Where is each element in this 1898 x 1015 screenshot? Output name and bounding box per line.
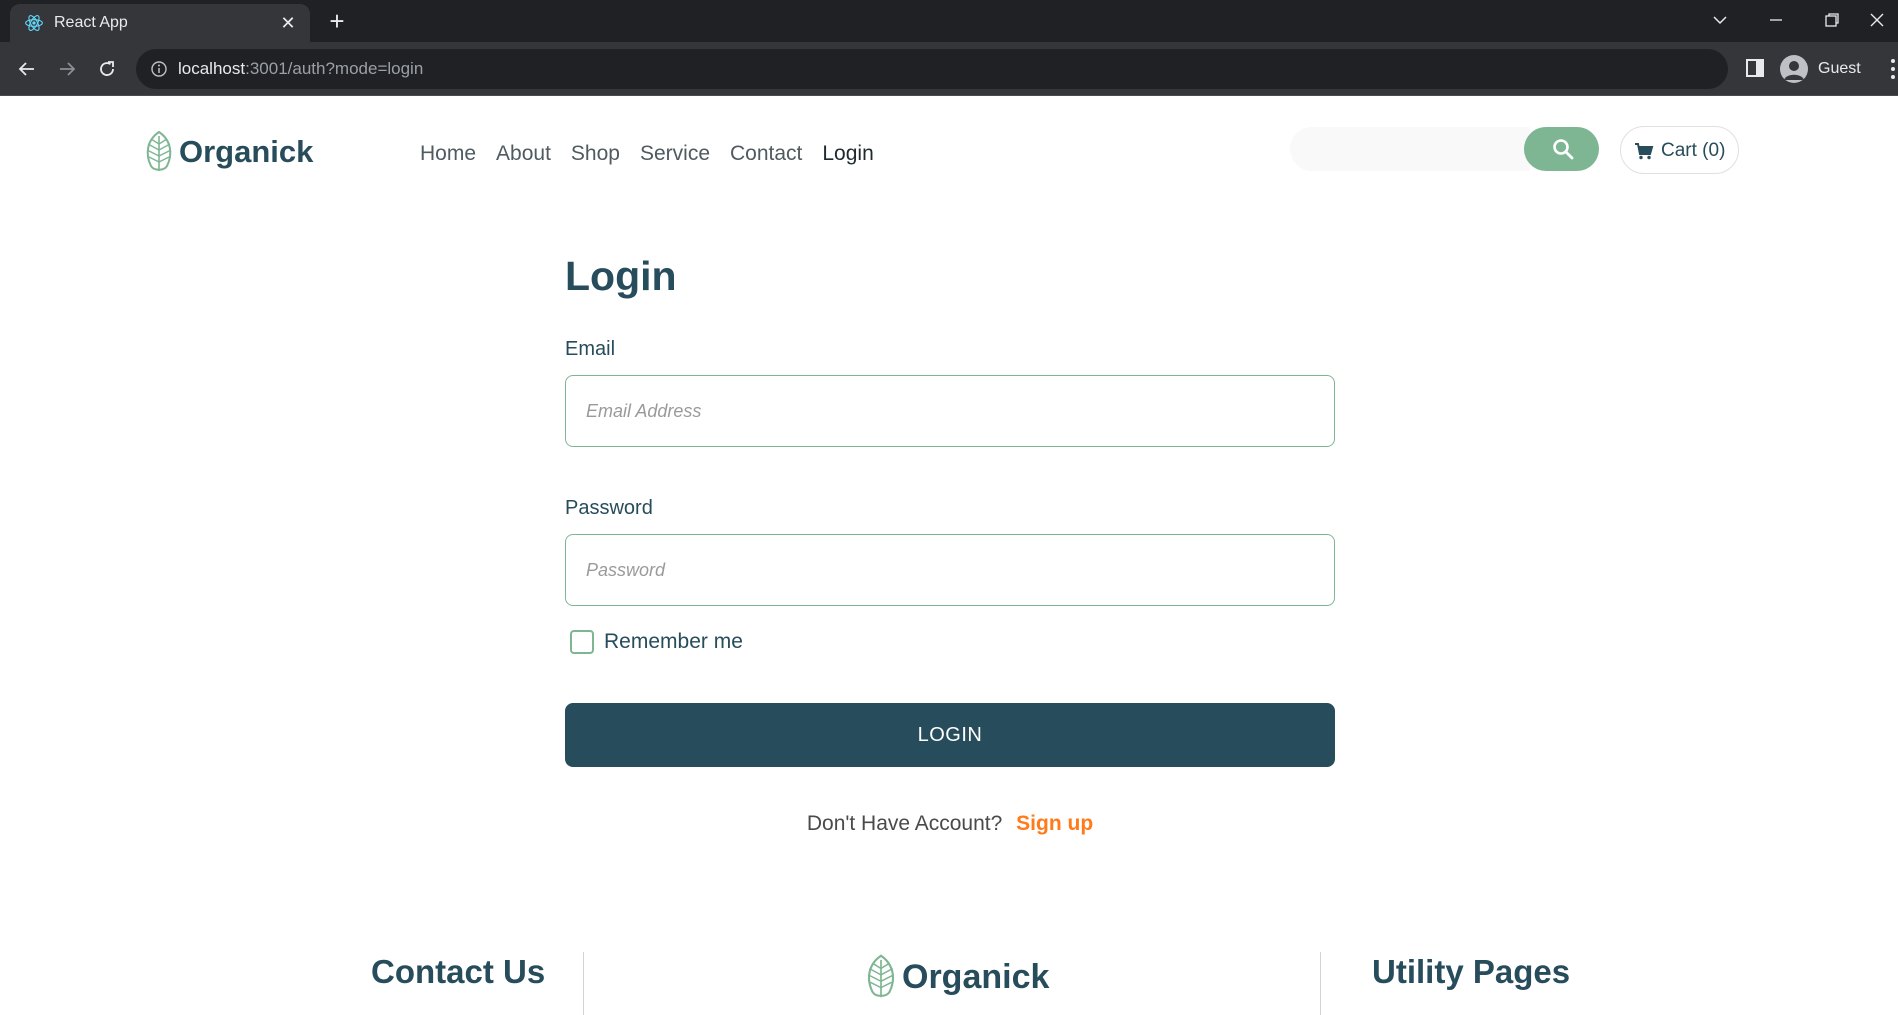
leaf-logo-icon	[146, 130, 172, 171]
email-label: Email	[565, 338, 616, 360]
browser-tabstrip: React App ✕ +	[0, 0, 1898, 42]
profile-button[interactable]: Guest	[1778, 51, 1884, 87]
react-logo-icon	[25, 15, 43, 31]
cart-label: Cart (0)	[1661, 140, 1726, 161]
login-button[interactable]: LOGIN	[565, 703, 1335, 767]
footer-divider-left	[583, 952, 584, 1015]
site-info-icon[interactable]	[150, 60, 168, 78]
restore-icon[interactable]	[1804, 4, 1860, 36]
cart-icon	[1635, 143, 1654, 160]
back-arrow-icon[interactable]	[11, 53, 43, 85]
page-content: Organick Home About Shop Service Contact…	[0, 96, 1898, 1015]
address-bar[interactable]: localhost:3001/auth?mode=login	[136, 49, 1728, 89]
header-logo[interactable]: Organick	[143, 130, 313, 174]
new-tab-plus-icon[interactable]: +	[323, 7, 351, 35]
footer-contact-heading: Contact Us	[371, 953, 546, 990]
footer-divider-right	[1320, 952, 1321, 1015]
close-window-icon[interactable]	[1860, 4, 1898, 36]
nav-home[interactable]: Home	[420, 142, 476, 166]
password-label: Password	[565, 497, 653, 519]
nav-contact[interactable]: Contact	[730, 142, 802, 166]
footer-logo[interactable]: Organick	[864, 952, 1049, 1002]
minimize-icon[interactable]	[1748, 4, 1804, 36]
search-bar	[1290, 127, 1599, 171]
page-title: Login	[565, 253, 677, 299]
nav-shop[interactable]: Shop	[571, 142, 620, 166]
reload-icon[interactable]	[91, 53, 123, 85]
tab-search-chevron-icon[interactable]	[1692, 4, 1748, 36]
remember-checkbox[interactable]	[570, 630, 594, 654]
browser-tab[interactable]: React App ✕	[10, 4, 310, 42]
guest-avatar-icon	[1780, 55, 1808, 83]
nav-about[interactable]: About	[496, 142, 551, 166]
nav-login[interactable]: Login	[822, 142, 873, 166]
search-icon	[1553, 139, 1574, 160]
tab-close-icon[interactable]: ✕	[276, 11, 300, 35]
profile-label: Guest	[1818, 60, 1861, 77]
tab-title: React App	[54, 14, 128, 31]
browser-toolbar: localhost:3001/auth?mode=login Guest	[0, 42, 1898, 96]
side-panel-icon[interactable]	[1744, 57, 1766, 79]
main-nav: Home About Shop Service Contact Login	[420, 142, 894, 166]
logo-text: Organick	[179, 134, 314, 169]
footer-utility-heading: Utility Pages	[1372, 953, 1571, 990]
footer-logo-text: Organick	[902, 958, 1050, 996]
password-field[interactable]	[565, 534, 1335, 606]
signup-link[interactable]: Sign up	[1016, 812, 1093, 835]
email-field[interactable]	[565, 375, 1335, 447]
nav-service[interactable]: Service	[640, 142, 710, 166]
cart-button[interactable]: Cart (0)	[1620, 126, 1739, 174]
leaf-logo-icon	[867, 954, 895, 998]
forward-arrow-icon[interactable]	[51, 53, 83, 85]
remember-label: Remember me	[604, 630, 743, 653]
signup-prompt: Don't Have Account?	[806, 812, 1003, 835]
browser-menu-icon[interactable]	[1888, 56, 1898, 82]
remember-me[interactable]: Remember me	[570, 630, 743, 654]
search-input[interactable]	[1290, 127, 1530, 171]
search-button[interactable]	[1524, 127, 1599, 171]
address-url: localhost:3001/auth?mode=login	[178, 59, 424, 78]
signup-prompt-row: Don't Have Account? Sign up	[565, 812, 1335, 836]
